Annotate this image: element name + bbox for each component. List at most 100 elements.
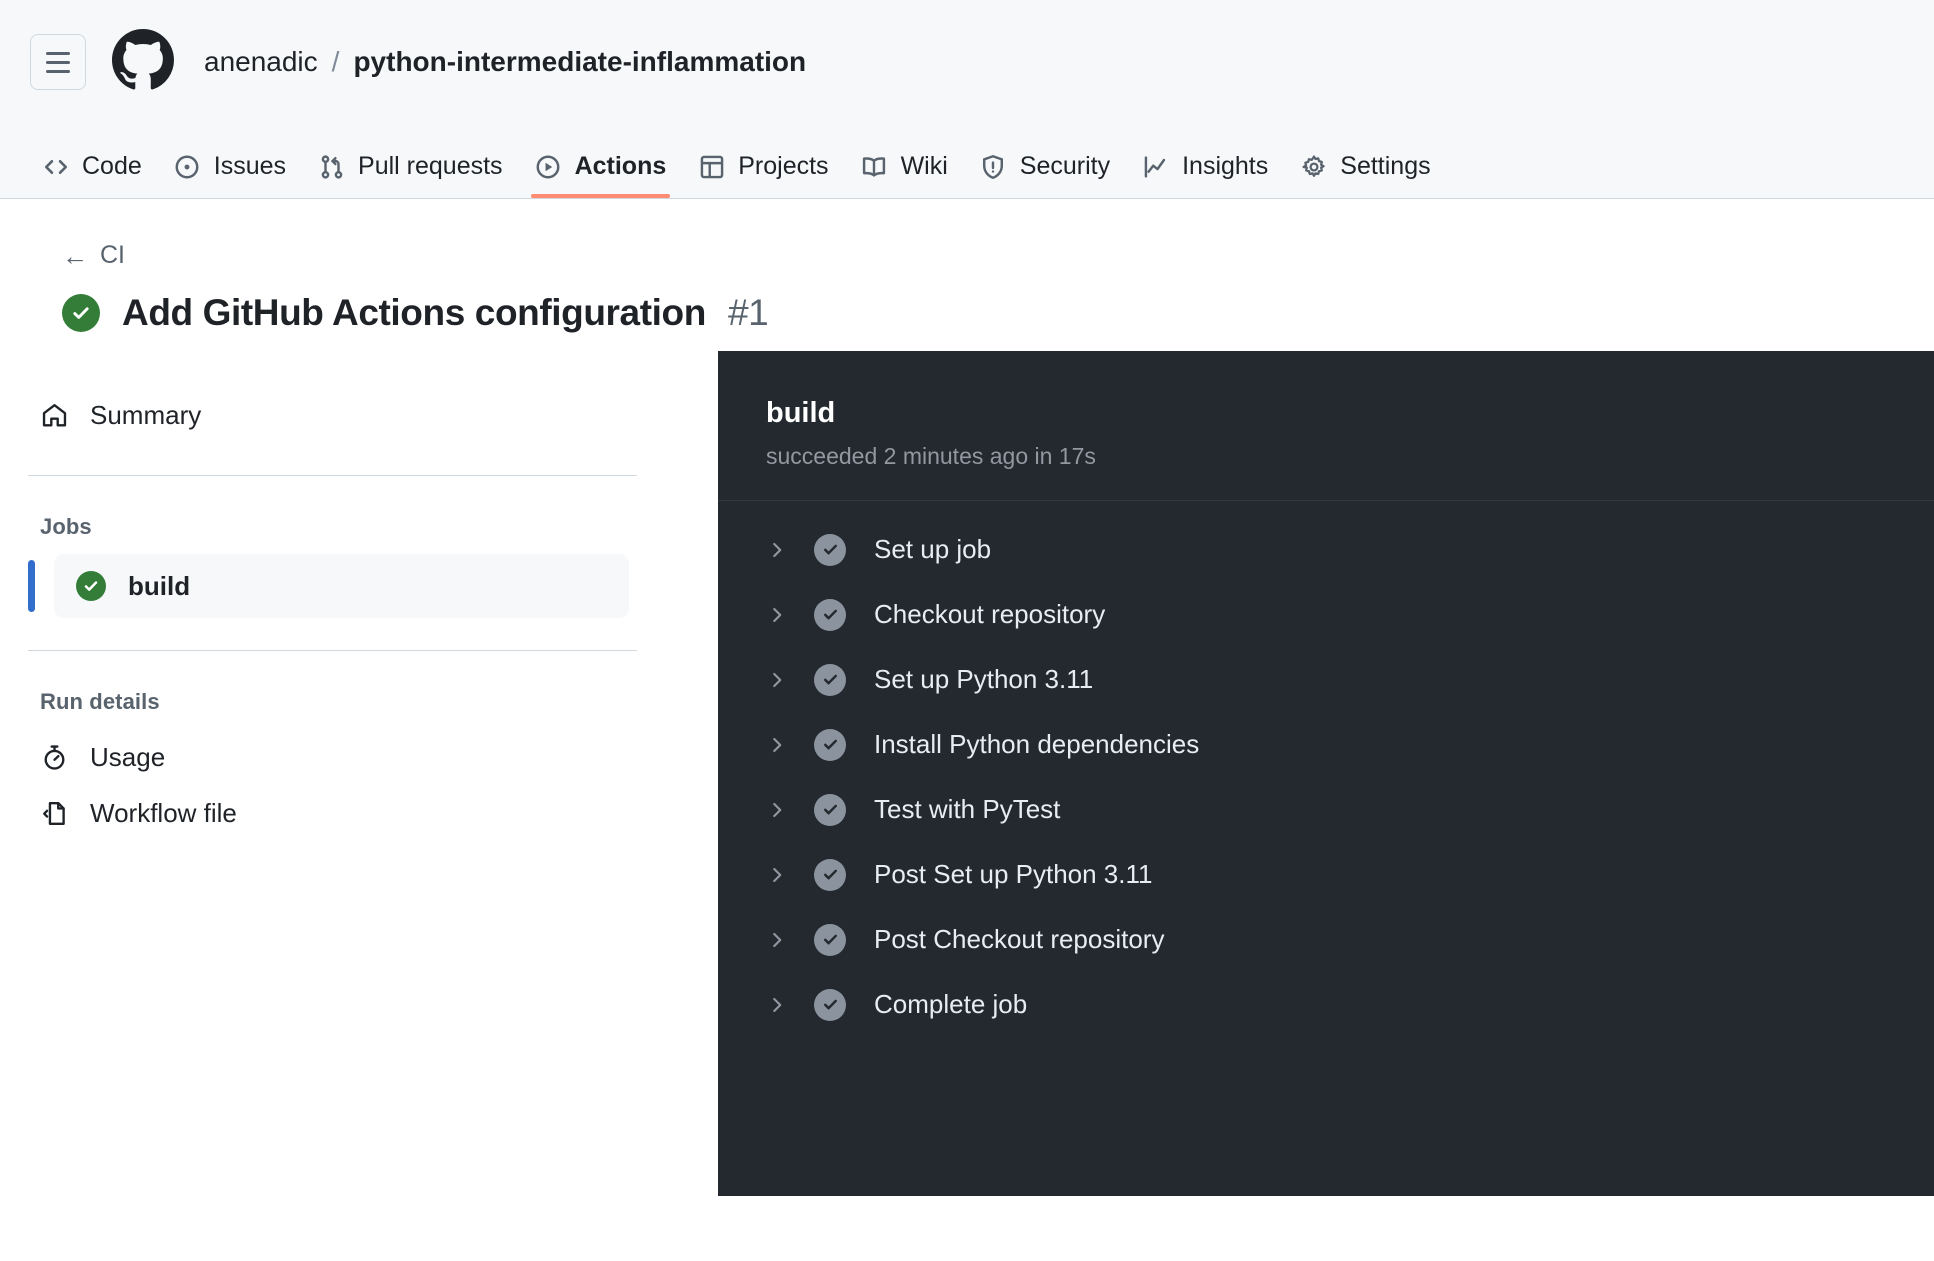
check-circle-icon xyxy=(814,534,846,566)
chevron-right-icon[interactable] xyxy=(758,865,796,885)
hamburger-bar xyxy=(46,61,70,64)
job-step-row[interactable]: Complete job xyxy=(718,972,1934,1037)
book-icon xyxy=(861,153,888,180)
hamburger-icon[interactable] xyxy=(30,34,86,90)
table-icon xyxy=(698,153,725,180)
check-circle-icon xyxy=(814,664,846,696)
job-step-label: Post Checkout repository xyxy=(874,924,1164,955)
job-step-label: Post Set up Python 3.11 xyxy=(874,859,1152,890)
file-code-icon xyxy=(40,799,68,827)
tab-label: Pull requests xyxy=(358,152,503,181)
active-job-indicator xyxy=(28,560,35,612)
sidebar-item-usage[interactable]: Usage xyxy=(28,729,718,785)
graph-icon xyxy=(1142,153,1169,180)
sidebar-job-build[interactable]: build xyxy=(54,554,629,618)
chevron-right-icon[interactable] xyxy=(758,670,796,690)
tab-label: Issues xyxy=(214,152,286,181)
repo-nav-tabs: Code Issues Pull requests xyxy=(0,124,1934,198)
chevron-right-icon[interactable] xyxy=(758,735,796,755)
stopwatch-icon xyxy=(40,743,68,771)
gear-icon xyxy=(1300,153,1327,180)
sidebar-divider xyxy=(28,650,637,651)
tab-label: Wiki xyxy=(901,152,948,181)
play-icon xyxy=(535,153,562,180)
chevron-right-icon[interactable] xyxy=(758,930,796,950)
chevron-right-icon[interactable] xyxy=(758,995,796,1015)
run-sidebar: Summary Jobs build Run details xyxy=(0,387,718,841)
job-step-row[interactable]: Test with PyTest xyxy=(718,777,1934,842)
tab-issues[interactable]: Issues xyxy=(158,152,302,198)
sidebar-item-label: Summary xyxy=(90,400,201,431)
job-step-row[interactable]: Set up Python 3.11 xyxy=(718,647,1934,712)
sidebar-divider xyxy=(28,475,637,476)
run-content: Summary Jobs build Run details xyxy=(0,387,1934,1196)
app-header: anenadic / python-intermediate-inflammat… xyxy=(0,0,1934,199)
check-circle-icon xyxy=(814,599,846,631)
check-circle-icon xyxy=(814,729,846,761)
sidebar-heading-run-details: Run details xyxy=(40,689,718,715)
tab-wiki[interactable]: Wiki xyxy=(845,152,964,198)
back-to-workflow-link[interactable]: ← CI xyxy=(62,241,125,270)
check-circle-icon xyxy=(814,989,846,1021)
hamburger-bar xyxy=(46,52,70,55)
git-pull-request-icon xyxy=(318,153,345,180)
job-step-label: Install Python dependencies xyxy=(874,729,1199,760)
issue-opened-icon xyxy=(174,153,201,180)
job-step-row[interactable]: Install Python dependencies xyxy=(718,712,1934,777)
job-steps-list: Set up job Checkout repository xyxy=(718,501,1934,1037)
back-link-label: CI xyxy=(100,241,125,270)
tab-security[interactable]: Security xyxy=(964,152,1126,198)
sidebar-item-label: Workflow file xyxy=(90,798,237,829)
tab-pull-requests[interactable]: Pull requests xyxy=(302,152,519,198)
tab-settings[interactable]: Settings xyxy=(1284,152,1446,198)
tab-label: Security xyxy=(1020,152,1110,181)
run-title-text: Add GitHub Actions configuration xyxy=(122,292,706,334)
chevron-right-icon[interactable] xyxy=(758,540,796,560)
job-step-label: Complete job xyxy=(874,989,1027,1020)
sidebar-item-label: Usage xyxy=(90,742,165,773)
check-circle-icon xyxy=(76,571,106,601)
tab-label: Projects xyxy=(738,152,828,181)
job-step-label: Set up Python 3.11 xyxy=(874,664,1093,695)
check-circle-icon xyxy=(62,294,100,332)
tab-label: Insights xyxy=(1182,152,1268,181)
job-step-row[interactable]: Checkout repository xyxy=(718,582,1934,647)
job-status-text: succeeded 2 minutes ago in 17s xyxy=(766,443,1934,470)
tab-code[interactable]: Code xyxy=(26,152,158,198)
sidebar-item-workflow-file[interactable]: Workflow file xyxy=(28,785,718,841)
job-log-panel: build succeeded 2 minutes ago in 17s Set… xyxy=(718,351,1934,1196)
job-step-row[interactable]: Post Checkout repository xyxy=(718,907,1934,972)
breadcrumb: anenadic / python-intermediate-inflammat… xyxy=(204,48,806,76)
breadcrumb-repo[interactable]: python-intermediate-inflammation xyxy=(353,48,806,76)
sidebar-item-summary[interactable]: Summary xyxy=(28,387,718,443)
tab-insights[interactable]: Insights xyxy=(1126,152,1284,198)
tab-projects[interactable]: Projects xyxy=(682,152,844,198)
github-logo-icon[interactable] xyxy=(112,29,174,96)
sidebar-job-build-wrap: build xyxy=(28,554,718,618)
check-circle-icon xyxy=(814,859,846,891)
home-icon xyxy=(40,401,68,429)
hamburger-bar xyxy=(46,70,70,73)
job-step-label: Test with PyTest xyxy=(874,794,1060,825)
page-title: Add GitHub Actions configuration #1 xyxy=(62,292,1934,334)
job-log-header: build succeeded 2 minutes ago in 17s xyxy=(718,351,1934,501)
tab-actions[interactable]: Actions xyxy=(519,152,683,198)
job-step-row[interactable]: Set up job xyxy=(718,517,1934,582)
job-step-label: Checkout repository xyxy=(874,599,1105,630)
run-number: #1 xyxy=(728,292,768,334)
job-name: build xyxy=(766,395,1934,431)
sidebar-heading-jobs: Jobs xyxy=(40,514,718,540)
tab-label: Code xyxy=(82,152,142,181)
chevron-right-icon[interactable] xyxy=(758,605,796,625)
breadcrumb-separator: / xyxy=(332,48,340,76)
code-icon xyxy=(42,153,69,180)
check-circle-icon xyxy=(814,794,846,826)
tab-label: Actions xyxy=(575,152,667,181)
breadcrumb-owner[interactable]: anenadic xyxy=(204,48,318,76)
job-step-label: Set up job xyxy=(874,534,991,565)
tab-label: Settings xyxy=(1340,152,1430,181)
header-top-row: anenadic / python-intermediate-inflammat… xyxy=(0,0,1934,124)
job-step-row[interactable]: Post Set up Python 3.11 xyxy=(718,842,1934,907)
chevron-right-icon[interactable] xyxy=(758,800,796,820)
run-page: ← CI Add GitHub Actions configuration #1… xyxy=(0,199,1934,1196)
